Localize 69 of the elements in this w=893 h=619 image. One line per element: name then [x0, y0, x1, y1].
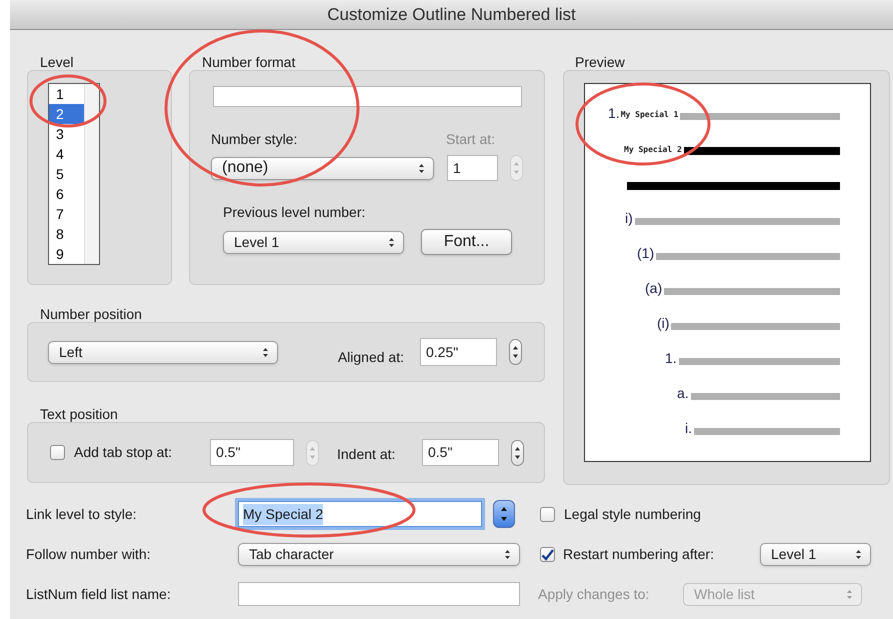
- level-item[interactable]: 3: [49, 124, 84, 144]
- level-item[interactable]: 6: [49, 184, 84, 204]
- group-label: Number position: [40, 305, 143, 321]
- level-list[interactable]: 1 2 3 4 5 6 7 8 9: [48, 83, 100, 265]
- list-name-field[interactable]: [238, 582, 520, 606]
- level-item[interactable]: 5: [49, 164, 84, 184]
- field-label: Link level to style:: [26, 504, 138, 524]
- previous-level-dropdown[interactable]: Level 1: [223, 230, 404, 254]
- list-number: a.: [677, 385, 689, 401]
- aligned-field[interactable]: 0.25": [420, 338, 497, 366]
- tab-stop-field[interactable]: 0.5": [210, 439, 294, 466]
- caret-icon: [504, 549, 511, 560]
- window-title: Customize Outline Numbered list: [327, 4, 576, 26]
- follow-dropdown[interactable]: Tab character: [238, 543, 520, 566]
- stepper[interactable]: [509, 339, 522, 365]
- caret-icon: [846, 588, 853, 600]
- level-item[interactable]: 2: [49, 104, 84, 124]
- level-item[interactable]: 8: [49, 224, 84, 244]
- format-field[interactable]: [213, 86, 522, 107]
- level-item[interactable]: 4: [49, 144, 84, 164]
- up-down-arrows-icon: [513, 161, 520, 175]
- stepper[interactable]: [511, 440, 524, 466]
- up-down-arrows-icon: [512, 345, 519, 359]
- checkbox-label: Add tab stop at:: [74, 443, 174, 462]
- up-down-arrows-icon: [500, 506, 508, 522]
- up-down-arrows-icon: [514, 446, 521, 460]
- stepper[interactable]: [493, 500, 515, 528]
- start-field[interactable]: 1: [447, 155, 498, 181]
- checkmark-icon: [541, 548, 554, 560]
- group-label: Number format: [202, 53, 296, 69]
- list-number: (1): [637, 245, 654, 261]
- list-number: i): [625, 210, 633, 226]
- checkbox-label: Legal style numbering: [564, 504, 701, 524]
- caret-icon: [855, 549, 862, 560]
- field-label: Previous level number:: [223, 204, 366, 220]
- level-item[interactable]: 9: [49, 244, 84, 264]
- field-label: Follow number with:: [26, 545, 152, 564]
- group-label: Preview: [575, 53, 626, 69]
- group-label: Level: [40, 53, 74, 69]
- field-label: ListNum field list name:: [26, 584, 172, 604]
- level-item[interactable]: 1: [49, 84, 84, 104]
- group-label: Text position: [40, 405, 119, 421]
- caret-icon: [418, 162, 425, 174]
- font-button[interactable]: Font...: [421, 229, 512, 255]
- list-number: 1.: [665, 350, 677, 366]
- list-number: 1.: [608, 105, 620, 121]
- field-label: Number style:: [211, 130, 298, 149]
- field-label: Apply changes to:: [538, 584, 650, 604]
- list-number: i.: [685, 420, 692, 436]
- field-label: Aligned at:: [338, 348, 404, 367]
- list-number: (i): [657, 315, 670, 331]
- checkbox[interactable]: [50, 445, 65, 460]
- field-label: Start at:: [446, 130, 496, 149]
- checkbox[interactable]: [540, 547, 555, 562]
- position-dropdown[interactable]: Left: [48, 340, 278, 364]
- caret-icon: [262, 346, 269, 358]
- restart-dropdown[interactable]: Level 1: [760, 543, 871, 566]
- checkbox-label: Restart numbering after:: [563, 545, 715, 564]
- style-field[interactable]: My Special 2: [238, 501, 482, 527]
- up-down-arrows-icon: [309, 446, 316, 460]
- field-label: Indent at:: [337, 445, 396, 464]
- style-dropdown[interactable]: (none): [211, 156, 434, 180]
- style-name: My Special 1: [620, 109, 678, 121]
- caret-icon: [388, 236, 395, 248]
- level-item[interactable]: 7: [49, 204, 84, 224]
- list-number: (a): [645, 280, 662, 296]
- style-name: My Special 2: [624, 144, 682, 156]
- checkbox[interactable]: [540, 506, 555, 522]
- indent-field[interactable]: 0.5": [422, 439, 499, 466]
